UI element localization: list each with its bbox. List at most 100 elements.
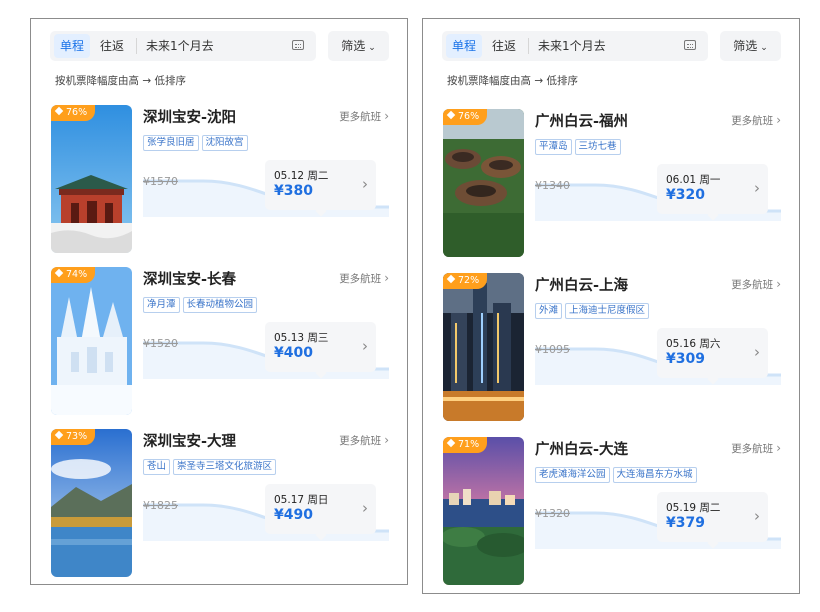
attraction-tag[interactable]: 三坊七巷 (574, 139, 621, 155)
more-flights-link[interactable]: 更多航班 › (339, 271, 389, 286)
flight-date: 05.17 周日 (274, 494, 329, 506)
flight-date: 05.13 周三 (274, 332, 329, 344)
more-flights-label: 更多航班 (339, 435, 382, 447)
more-flights-label: 更多航班 (731, 115, 774, 127)
lowest-price-box[interactable]: 05.12 周二 ¥380 › (265, 160, 376, 217)
lowest-price-box[interactable]: 05.17 周日 ¥490 › (265, 484, 376, 541)
more-flights-link[interactable]: 更多航班 › (339, 433, 389, 448)
more-flights-link[interactable]: 更多航班 › (731, 113, 781, 128)
attraction-tags: 张学良旧居 沈阳故宫 (143, 130, 251, 151)
discount-value: 71% (458, 439, 480, 450)
discount-value: 72% (458, 275, 480, 286)
chevron-right-icon: › (384, 109, 389, 123)
divider (136, 38, 137, 54)
attraction-tag[interactable]: 老虎滩海洋公园 (535, 467, 610, 483)
chevron-right-icon: › (776, 277, 781, 291)
chevron-right-icon: › (776, 441, 781, 455)
attraction-tag[interactable]: 崇圣寺三塔文化旅游区 (173, 459, 277, 475)
discount-badge: 71% (443, 437, 488, 453)
attraction-tag[interactable]: 上海迪士尼度假区 (565, 303, 650, 319)
original-price: ¥1520 (143, 337, 178, 350)
lowest-price: ¥309 (666, 351, 705, 367)
diamond-icon (446, 438, 456, 448)
filter-button[interactable]: 筛选 ⌄ (720, 31, 781, 61)
discount-badge: 72% (443, 273, 488, 289)
chevron-down-icon: ⌄ (760, 43, 768, 53)
more-flights-label: 更多航班 (339, 111, 382, 123)
flight-date: 05.16 周六 (666, 338, 721, 350)
flight-deal-card[interactable]: 72% 广州白云-上海 更多航班 › 外滩 上海迪士尼度假区 ¥1095 05.16… (443, 273, 783, 423)
attraction-tag[interactable]: 净月潭 (143, 297, 180, 313)
diamond-icon (446, 110, 456, 120)
more-flights-label: 更多航班 (339, 273, 382, 285)
discount-badge: 76% (443, 109, 488, 125)
chevron-right-icon: › (754, 179, 760, 197)
original-price: ¥1570 (143, 175, 178, 188)
route-title: 广州白云-大连 (535, 442, 629, 458)
flight-deal-card[interactable]: 76% 深圳宝安-沈阳 更多航班 › 张学良旧居 沈阳故宫 ¥1570 05.12 … (51, 105, 391, 255)
chevron-right-icon: › (362, 175, 368, 193)
tab-one-way[interactable]: 单程 (54, 34, 90, 58)
destination-photo (443, 109, 524, 257)
lowest-price-box[interactable]: 06.01 周一 ¥320 › (657, 164, 768, 221)
flight-date: 06.01 周一 (666, 174, 721, 186)
more-flights-label: 更多航班 (731, 279, 774, 291)
route-title: 深圳宝安-长春 (143, 272, 237, 288)
lowest-price: ¥320 (666, 187, 705, 203)
attraction-tag[interactable]: 苍山 (143, 459, 171, 475)
more-flights-link[interactable]: 更多航班 › (731, 441, 781, 456)
attraction-tag[interactable]: 外滩 (535, 303, 563, 319)
diamond-icon (54, 106, 64, 116)
attraction-tag[interactable]: 长春动植物公园 (182, 297, 258, 313)
calendar-icon[interactable] (292, 40, 304, 50)
tab-one-way[interactable]: 单程 (446, 34, 482, 58)
tab-round-trip[interactable]: 往返 (94, 34, 130, 58)
lowest-price: ¥490 (274, 507, 313, 523)
chevron-down-icon: ⌄ (368, 43, 376, 53)
sort-hint: 按机票降幅度由高 → 低排序 (447, 75, 578, 87)
route-title: 广州白云-福州 (535, 114, 629, 130)
more-flights-link[interactable]: 更多航班 › (339, 109, 389, 124)
flight-deal-card[interactable]: 73% 深圳宝安-大理 更多航班 › 苍山 崇圣寺三塔文化旅游区 ¥1825 05.… (51, 429, 391, 579)
flight-date: 05.12 周二 (274, 170, 329, 182)
date-range-selector[interactable]: 未来1个月去 (538, 31, 606, 61)
attraction-tag[interactable]: 沈阳故宫 (201, 135, 248, 151)
date-range-selector[interactable]: 未来1个月去 (146, 31, 214, 61)
chevron-right-icon: › (362, 499, 368, 517)
route-title: 深圳宝安-沈阳 (143, 110, 237, 126)
more-flights-label: 更多航班 (731, 443, 774, 455)
discount-value: 74% (66, 269, 88, 280)
lowest-price-box[interactable]: 05.19 周二 ¥379 › (657, 492, 768, 549)
more-flights-link[interactable]: 更多航班 › (731, 277, 781, 292)
tab-round-trip[interactable]: 往返 (486, 34, 522, 58)
chevron-right-icon: › (384, 271, 389, 285)
flight-deal-card[interactable]: 76% 广州白云-福州 更多航班 › 平潭岛 三坊七巷 ¥1340 06.01 周一… (443, 109, 783, 259)
filter-button[interactable]: 筛选 ⌄ (328, 31, 389, 61)
destination-photo (51, 105, 132, 253)
attraction-tag[interactable]: 张学良旧居 (143, 135, 199, 151)
attraction-tags: 外滩 上海迪士尼度假区 (535, 298, 652, 319)
original-price: ¥1320 (535, 507, 570, 520)
attraction-tags: 老虎滩海洋公园 大连海昌东方水城 (535, 462, 700, 483)
flight-deals-panel-right: 单程 往返 未来1个月去 筛选 ⌄ 按机票降幅度由高 → 低排序 76% 广州白云… (422, 18, 800, 594)
lowest-price-box[interactable]: 05.13 周三 ¥400 › (265, 322, 376, 379)
flight-deal-card[interactable]: 71% 广州白云-大连 更多航班 › 老虎滩海洋公园 大连海昌东方水城 ¥1320 … (443, 437, 783, 587)
destination-photo (443, 273, 524, 421)
discount-value: 76% (458, 111, 480, 122)
discount-badge: 74% (51, 267, 96, 283)
lowest-price-box[interactable]: 05.16 周六 ¥309 › (657, 328, 768, 385)
chevron-right-icon: › (754, 507, 760, 525)
chevron-right-icon: › (384, 433, 389, 447)
discount-value: 76% (66, 107, 88, 118)
chevron-right-icon: › (362, 337, 368, 355)
attraction-tag[interactable]: 平潭岛 (535, 139, 572, 155)
flight-deal-card[interactable]: 74% 深圳宝安-长春 更多航班 › 净月潭 长春动植物公园 ¥1520 05.13… (51, 267, 391, 417)
calendar-icon[interactable] (684, 40, 696, 50)
attraction-tag[interactable]: 大连海昌东方水城 (612, 467, 697, 483)
original-price: ¥1825 (143, 499, 178, 512)
chevron-right-icon: › (776, 113, 781, 127)
divider (528, 38, 529, 54)
search-bar: 单程 往返 未来1个月去 (442, 31, 708, 61)
diamond-icon (54, 268, 64, 278)
route-title: 广州白云-上海 (535, 278, 629, 294)
